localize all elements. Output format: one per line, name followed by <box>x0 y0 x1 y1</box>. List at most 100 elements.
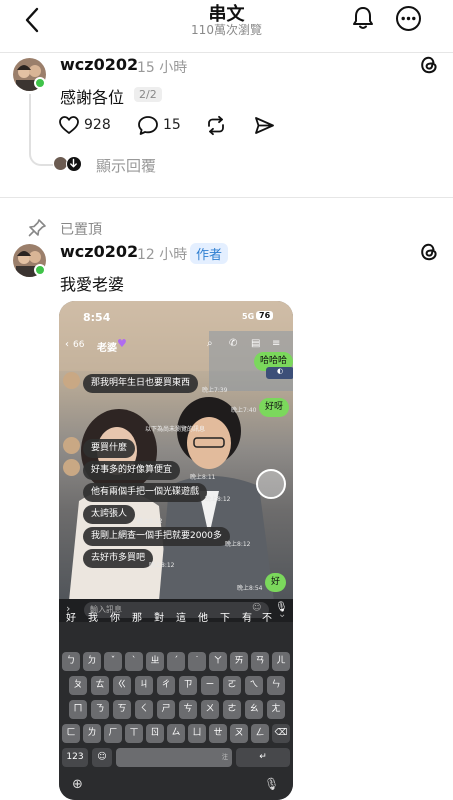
threads-logo-icon[interactable] <box>418 241 440 263</box>
return-key[interactable]: ↵ <box>236 748 290 767</box>
contact-avatar <box>63 372 80 389</box>
keyboard-key[interactable]: ㄘ <box>179 700 197 719</box>
post-text: 我愛老婆 <box>60 275 125 294</box>
keyboard-key[interactable]: ㄧ <box>201 676 219 695</box>
keyboard-key[interactable]: ㄔ <box>157 676 175 695</box>
candidate-word[interactable]: 不 <box>262 609 272 624</box>
keyboard-key[interactable]: ㄐ <box>135 676 153 695</box>
message-time: 晚上8:11 <box>190 474 216 481</box>
numbers-key[interactable]: 123 <box>62 748 88 767</box>
chat-back-count: 66 <box>73 340 85 350</box>
show-replies-link[interactable]: 顯示回覆 <box>96 155 156 176</box>
chevron-down-icon[interactable]: ⌄ <box>278 609 286 620</box>
thread-page-indicator: 2/2 <box>134 87 162 102</box>
assistive-touch-button[interactable] <box>256 469 286 499</box>
chat-back-button[interactable]: ‹ <box>65 339 69 350</box>
keyboard-key[interactable]: ㄞ <box>230 652 248 671</box>
more-icon <box>396 6 421 31</box>
chat-name: 老婆 <box>97 343 117 354</box>
keyboard-key[interactable]: ㄥ <box>251 724 269 743</box>
backspace-key[interactable]: ⌫ <box>272 724 290 743</box>
keyboard-key[interactable]: ㄙ <box>167 724 185 743</box>
keyboard-key[interactable]: ㄓ <box>146 652 164 671</box>
keyboard-key[interactable]: ㄗ <box>179 676 197 695</box>
emoji-icon[interactable]: ☺ <box>252 603 261 613</box>
comment-button[interactable] <box>137 115 159 136</box>
phone-icon[interactable]: ✆ <box>229 338 237 349</box>
share-button[interactable] <box>253 115 275 136</box>
keyboard-key[interactable]: ㄌ <box>83 724 101 743</box>
keyboard-key[interactable]: ㄆ <box>69 676 87 695</box>
keyboard-key[interactable]: ㄚ <box>209 652 227 671</box>
username[interactable]: wcz0202 <box>60 242 138 261</box>
space-key[interactable]: 注 <box>116 748 232 767</box>
search-icon[interactable]: ⌕ <box>207 338 213 349</box>
notes-icon[interactable]: ▤ <box>251 338 260 349</box>
keyboard-key[interactable]: ㄎ <box>113 700 131 719</box>
chat-message-left: 好事多的好像算便宜 <box>83 461 181 480</box>
keyboard-key[interactable]: ㄕ <box>157 700 175 719</box>
chat-message-left: 他有兩個手把一個光碟遊戲 <box>83 483 208 502</box>
post-image[interactable]: 8:54 5G 76 ‹ 66 老婆 ♥ ⌕ ✆ ▤ ≡ 哈哈哈 ◐ 那我明年生… <box>59 301 293 800</box>
chat-message-left: 那我明年生日也要買東西 <box>83 374 199 393</box>
keyboard-key[interactable]: ㄊ <box>91 676 109 695</box>
repost-button[interactable] <box>205 115 227 136</box>
keyboard-key[interactable]: ˋ <box>125 652 143 671</box>
notification-button[interactable] <box>350 5 376 31</box>
keyboard-key[interactable]: ˙ <box>188 652 206 671</box>
keyboard-key[interactable]: ㄢ <box>251 652 269 671</box>
keyboard-key[interactable]: ˊ <box>167 652 185 671</box>
chat-message-right: 好 <box>265 573 287 592</box>
keyboard-key[interactable]: ㄦ <box>272 652 290 671</box>
like-button[interactable] <box>58 115 80 135</box>
candidate-word[interactable]: 這 <box>176 609 186 624</box>
candidate-word[interactable]: 有 <box>242 609 252 624</box>
online-indicator <box>34 77 46 89</box>
floating-button-icon[interactable]: ◐ <box>266 367 293 379</box>
repost-icon <box>208 115 224 136</box>
candidate-word[interactable]: 你 <box>110 609 120 624</box>
globe-icon[interactable]: ⊕ <box>72 777 83 792</box>
arrow-down-icon <box>70 158 77 168</box>
keyboard-key[interactable]: ㄋ <box>91 700 109 719</box>
dictation-icon[interactable]: 🎙 <box>264 777 279 791</box>
keyboard-key[interactable]: ㄝ <box>209 724 227 743</box>
keyboard-key[interactable]: ㄡ <box>230 724 248 743</box>
bell-icon <box>353 7 373 29</box>
keyboard-key[interactable]: ㄒ <box>125 724 143 743</box>
keyboard-key[interactable]: ㄅ <box>62 652 80 671</box>
candidate-word[interactable]: 好 <box>66 609 76 624</box>
keyboard-key[interactable]: ㄖ <box>146 724 164 743</box>
thread-line-curve <box>29 148 53 166</box>
keyboard-key[interactable]: ㄟ <box>245 676 263 695</box>
more-options-button[interactable] <box>395 5 422 32</box>
keyboard-key[interactable]: ㄍ <box>113 676 131 695</box>
heart-icon: ♥ <box>117 337 127 350</box>
candidate-word[interactable]: 他 <box>198 609 208 624</box>
keyboard-key[interactable]: ㄩ <box>188 724 206 743</box>
keyboard-key[interactable]: ㄈ <box>62 724 80 743</box>
keyboard-key[interactable]: ㄤ <box>267 700 285 719</box>
keyboard-key[interactable]: ㄠ <box>245 700 263 719</box>
top-bar: 串文 110萬次瀏覽 <box>0 0 453 50</box>
keyboard-key[interactable]: ˇ <box>104 652 122 671</box>
message-time: 晚上7:39 <box>202 387 228 394</box>
keyboard-key[interactable]: ㄜ <box>223 700 241 719</box>
candidate-word[interactable]: 下 <box>220 609 230 624</box>
candidate-word[interactable]: 那 <box>132 609 142 624</box>
username[interactable]: wcz0202 <box>60 55 138 74</box>
candidate-word[interactable]: 我 <box>88 609 98 624</box>
keyboard-key[interactable]: ㄨ <box>201 700 219 719</box>
keyboard-key[interactable]: ㄣ <box>267 676 285 695</box>
menu-icon[interactable]: ≡ <box>272 338 280 349</box>
threads-logo-icon[interactable] <box>418 54 440 76</box>
keyboard-key[interactable]: ㄑ <box>135 700 153 719</box>
candidate-word[interactable]: 對 <box>154 609 164 624</box>
keyboard-key[interactable]: ㄛ <box>223 676 241 695</box>
comment-count: 15 <box>163 117 181 133</box>
keyboard-key[interactable]: ㄏ <box>104 724 122 743</box>
emoji-key[interactable]: ☺ <box>92 748 112 767</box>
keyboard-key[interactable]: ㄇ <box>69 700 87 719</box>
keyboard-key[interactable]: ㄉ <box>83 652 101 671</box>
thread-line <box>29 94 31 150</box>
